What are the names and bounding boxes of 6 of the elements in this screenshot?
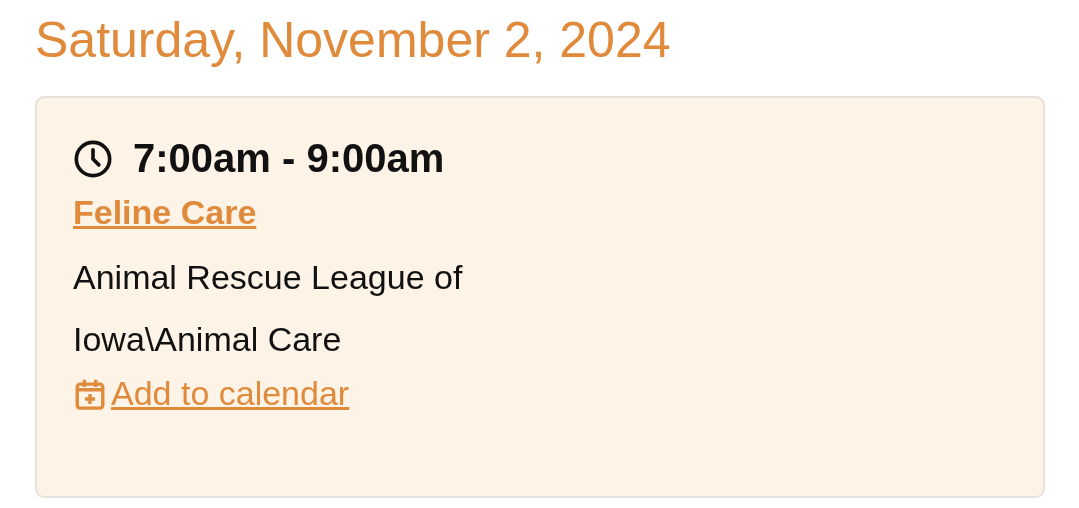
add-to-calendar-link[interactable]: Add to calendar: [73, 374, 350, 413]
event-location: Animal Rescue League of Iowa\Animal Care: [73, 257, 464, 360]
event-time: 7:00am - 9:00am: [133, 136, 445, 181]
event-title-link[interactable]: Feline Care: [73, 193, 257, 232]
clock-icon: [73, 138, 113, 179]
date-heading: Saturday, November 2, 2024: [35, 11, 672, 70]
